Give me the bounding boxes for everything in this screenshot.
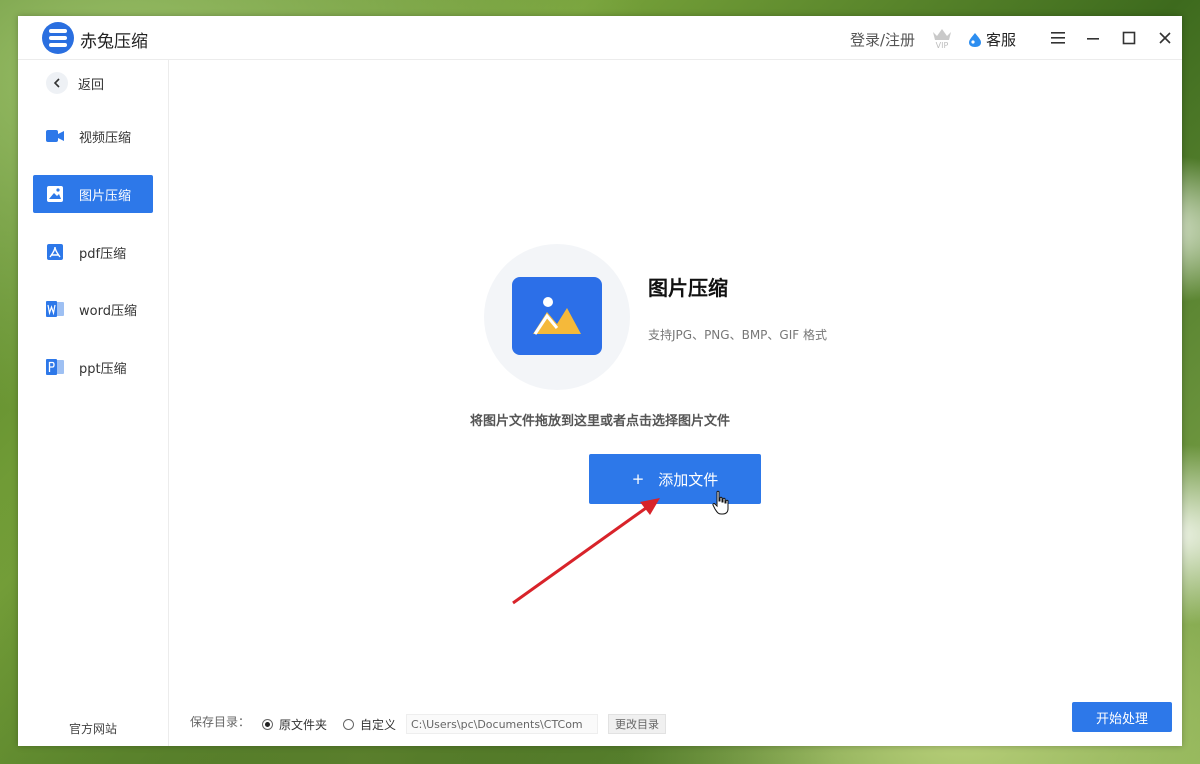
word-icon <box>45 299 65 319</box>
sidebar-item-label: 图片压缩 <box>79 188 132 204</box>
annotation-arrow <box>512 498 660 605</box>
radio-original-label: 原文件夹 <box>279 718 328 732</box>
sidebar-item-label: pdf压缩 <box>79 246 127 262</box>
hero-image-icon <box>512 277 602 355</box>
page-title: 图片压缩 <box>648 276 728 300</box>
back-button[interactable]: 返回 <box>46 72 104 94</box>
menu-button[interactable] <box>1047 27 1069 49</box>
pdf-icon <box>45 242 65 262</box>
customer-service-button[interactable]: 客服 <box>968 29 1016 50</box>
change-directory-button[interactable]: 更改目录 <box>608 714 666 734</box>
add-file-label: 添加文件 <box>658 470 719 489</box>
sidebar-item-label: ppt压缩 <box>79 361 127 377</box>
vip-label: VIP <box>936 41 949 50</box>
minimize-button[interactable] <box>1082 27 1104 49</box>
ppt-icon <box>45 357 65 377</box>
service-drop-icon <box>969 32 981 47</box>
app-logo-icon <box>42 22 74 54</box>
hamburger-icon <box>1051 32 1065 44</box>
radio-custom[interactable]: 自定义 <box>343 716 396 733</box>
app-title: 赤兔压缩 <box>80 32 148 52</box>
app-window: 赤兔压缩 登录/注册 VIP 客服 返回 视频压缩 图片压缩 pdf压缩 wor… <box>18 16 1182 746</box>
sidebar-item-label: 视频压缩 <box>79 130 132 146</box>
plus-icon: + <box>631 470 645 488</box>
minimize-icon <box>1087 38 1099 40</box>
video-icon <box>45 126 65 146</box>
start-processing-button[interactable]: 开始处理 <box>1072 702 1172 732</box>
sidebar-item-image[interactable]: 图片压缩 <box>33 175 153 213</box>
vip-crown-icon[interactable]: VIP <box>930 26 954 50</box>
login-register-link[interactable]: 登录/注册 <box>850 29 915 50</box>
title-bar: 赤兔压缩 登录/注册 VIP 客服 <box>18 16 1182 60</box>
sidebar-item-word[interactable]: word压缩 <box>33 290 153 328</box>
save-path-input[interactable] <box>406 714 598 734</box>
maximize-button[interactable] <box>1118 27 1140 49</box>
sidebar-item-video[interactable]: 视频压缩 <box>33 117 153 155</box>
maximize-icon <box>1122 31 1136 45</box>
supported-formats: 支持JPG、PNG、BMP、GIF 格式 <box>648 328 827 342</box>
radio-unchecked-icon <box>343 719 354 730</box>
add-file-button[interactable]: + 添加文件 <box>589 454 761 504</box>
save-directory-label: 保存目录： <box>190 715 251 729</box>
service-label: 客服 <box>986 31 1017 49</box>
hand-cursor-icon <box>712 490 729 515</box>
chevron-left-icon <box>46 72 68 94</box>
back-label: 返回 <box>78 77 105 93</box>
drop-hint: 将图片文件拖放到这里或者点击选择图片文件 <box>469 414 730 429</box>
sidebar-item-ppt[interactable]: ppt压缩 <box>33 348 153 386</box>
sidebar-item-label: word压缩 <box>79 303 137 319</box>
radio-checked-icon <box>262 719 273 730</box>
image-icon <box>45 184 65 204</box>
official-website-link[interactable]: 官方网站 <box>18 720 168 737</box>
radio-original-folder[interactable]: 原文件夹 <box>262 716 327 733</box>
close-button[interactable] <box>1154 27 1176 49</box>
sidebar: 返回 视频压缩 图片压缩 pdf压缩 word压缩 ppt压缩 官方网站 <box>18 60 169 746</box>
close-icon <box>1159 32 1171 44</box>
sidebar-item-pdf[interactable]: pdf压缩 <box>33 233 153 271</box>
radio-custom-label: 自定义 <box>360 718 397 732</box>
